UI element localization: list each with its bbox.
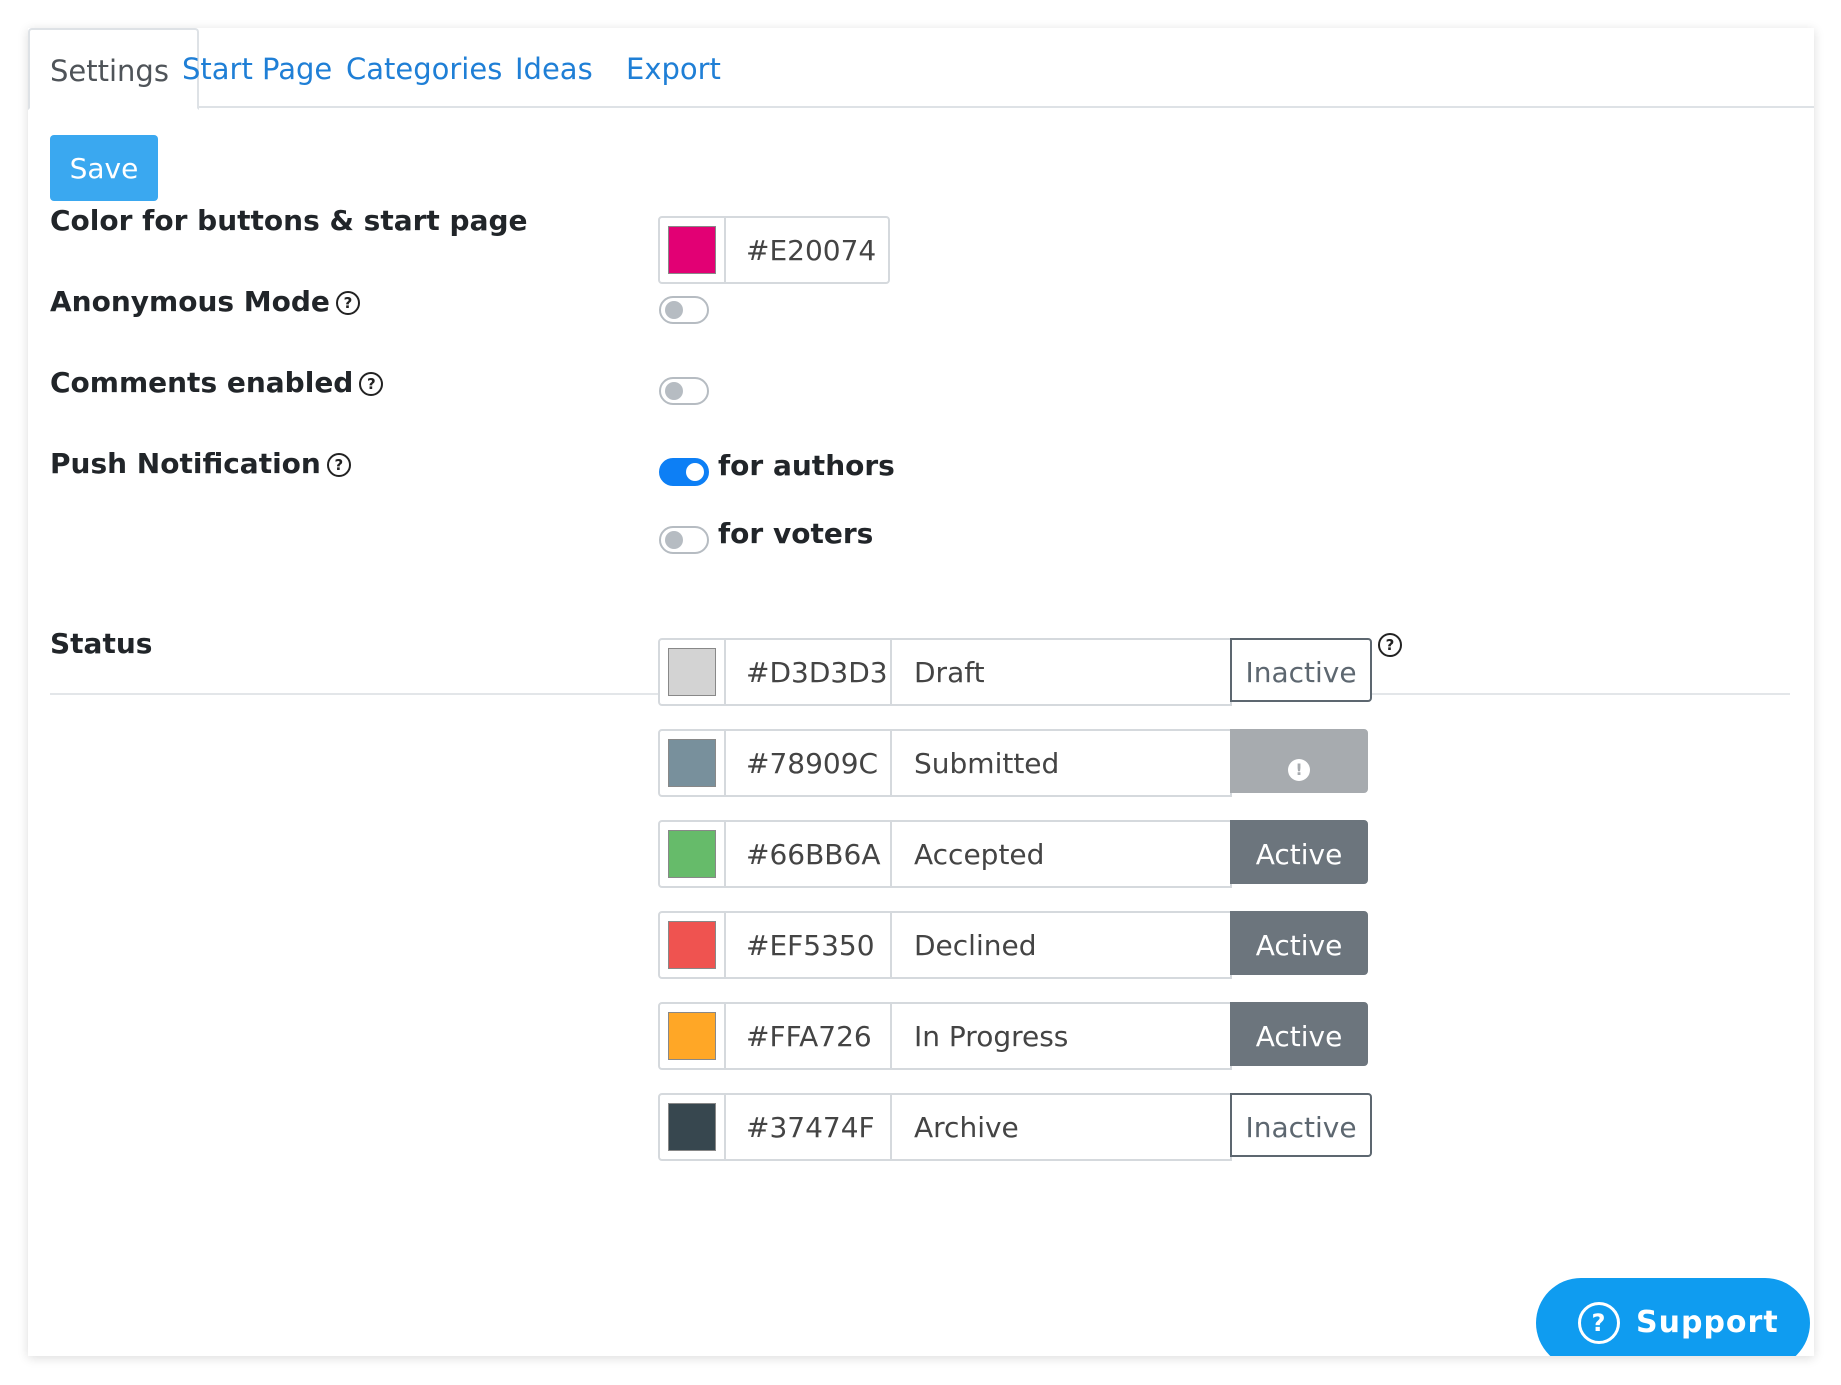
status-row-declined: #EF5350 Declined Active: [658, 911, 1368, 979]
status-color-swatch: [668, 648, 716, 696]
status-swatch-cell[interactable]: [660, 640, 726, 704]
toggle-knob: [686, 463, 704, 481]
status-state-button[interactable]: Active: [1230, 911, 1368, 975]
color-setting-label: Color for buttons & start page: [50, 204, 528, 237]
tab-categories[interactable]: Categories: [346, 28, 502, 106]
status-hex-input[interactable]: #66BB6A: [726, 822, 892, 886]
status-row-in-progress: #FFA726 In Progress Active: [658, 1002, 1368, 1070]
status-input-group: #37474F Archive: [658, 1093, 1232, 1161]
status-hex-input[interactable]: #FFA726: [726, 1004, 892, 1068]
push-voters-label: for voters: [718, 517, 874, 550]
status-name-input[interactable]: Declined: [894, 913, 1037, 977]
status-row-draft: #D3D3D3 Draft Inactive: [658, 638, 1372, 706]
status-input-group: #78909C Submitted: [658, 729, 1232, 797]
exclamation-icon: !: [1288, 759, 1310, 781]
anonymous-mode-text: Anonymous Mode: [50, 285, 330, 318]
support-button[interactable]: ? Support: [1536, 1278, 1810, 1356]
status-swatch-cell[interactable]: [660, 1095, 726, 1159]
status-help-icon[interactable]: ?: [1378, 633, 1402, 657]
status-hex-input[interactable]: #37474F: [726, 1095, 892, 1159]
question-circle-icon: ?: [1578, 1302, 1620, 1344]
tab-settings[interactable]: Settings: [28, 28, 199, 110]
status-swatch-cell[interactable]: [660, 822, 726, 886]
toggle-knob: [665, 382, 683, 400]
push-authors-label: for authors: [718, 449, 895, 482]
status-color-swatch: [668, 921, 716, 969]
status-state-button[interactable]: Active: [1230, 1002, 1368, 1066]
tab-start-page[interactable]: Start Page: [182, 28, 332, 106]
status-row-archive: #37474F Archive Inactive: [658, 1093, 1372, 1161]
status-state-button[interactable]: Inactive: [1230, 638, 1372, 702]
status-color-swatch: [668, 1103, 716, 1151]
settings-panel: Settings Start Page Categories Ideas Exp…: [28, 28, 1814, 1356]
anonymous-mode-toggle[interactable]: [659, 296, 709, 324]
status-state-button[interactable]: !: [1230, 729, 1368, 793]
status-hex-input[interactable]: #D3D3D3: [726, 640, 892, 704]
brand-color-picker[interactable]: #E20074: [658, 216, 890, 284]
comments-enabled-label: Comments enabled?: [50, 366, 384, 399]
push-notification-text: Push Notification: [50, 447, 321, 480]
status-name-input[interactable]: Accepted: [894, 822, 1044, 886]
push-voters-toggle[interactable]: [659, 526, 709, 554]
save-button[interactable]: Save: [50, 135, 158, 201]
status-color-swatch: [668, 739, 716, 787]
anonymous-mode-help-icon[interactable]: ?: [335, 291, 360, 315]
status-input-group: #FFA726 In Progress: [658, 1002, 1232, 1070]
push-notification-help-icon[interactable]: ?: [326, 453, 351, 477]
support-label: Support: [1636, 1305, 1779, 1340]
push-authors-toggle[interactable]: [659, 458, 709, 486]
status-swatch-cell[interactable]: [660, 1004, 726, 1068]
toggle-knob: [665, 531, 683, 549]
comments-enabled-help-icon[interactable]: ?: [359, 372, 384, 396]
status-color-swatch: [668, 1012, 716, 1060]
brand-color-swatch-cell[interactable]: [660, 218, 726, 282]
status-swatch-cell[interactable]: [660, 731, 726, 795]
status-label: Status: [50, 627, 153, 660]
comments-enabled-toggle[interactable]: [659, 377, 709, 405]
status-state-button[interactable]: Inactive: [1230, 1093, 1372, 1157]
status-state-button[interactable]: Active: [1230, 820, 1368, 884]
status-row-accepted: #66BB6A Accepted Active: [658, 820, 1368, 888]
status-name-input[interactable]: Draft: [894, 640, 985, 704]
status-swatch-cell[interactable]: [660, 913, 726, 977]
brand-color-hex-input[interactable]: #E20074: [726, 218, 876, 282]
tab-export[interactable]: Export: [626, 28, 721, 106]
toggle-knob: [665, 301, 683, 319]
status-input-group: #66BB6A Accepted: [658, 820, 1232, 888]
status-input-group: #EF5350 Declined: [658, 911, 1232, 979]
status-hex-input[interactable]: #EF5350: [726, 913, 892, 977]
status-row-submitted: #78909C Submitted !: [658, 729, 1368, 797]
tab-bar: Settings Start Page Categories Ideas Exp…: [28, 28, 1814, 110]
status-name-input[interactable]: Submitted: [894, 731, 1059, 795]
push-notification-label: Push Notification?: [50, 447, 351, 480]
status-name-input[interactable]: Archive: [894, 1095, 1019, 1159]
tab-ideas[interactable]: Ideas: [515, 28, 593, 106]
comments-enabled-text: Comments enabled: [50, 366, 354, 399]
anonymous-mode-label: Anonymous Mode?: [50, 285, 360, 318]
status-input-group: #D3D3D3 Draft: [658, 638, 1232, 706]
brand-color-swatch: [668, 226, 716, 274]
status-hex-input[interactable]: #78909C: [726, 731, 892, 795]
status-color-swatch: [668, 830, 716, 878]
status-name-input[interactable]: In Progress: [894, 1004, 1068, 1068]
